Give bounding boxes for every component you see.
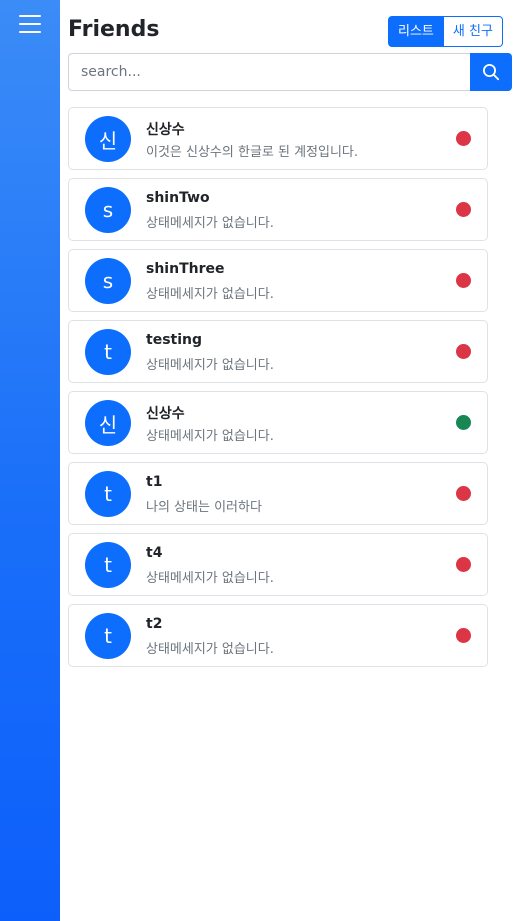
friend-name: testing — [146, 332, 202, 348]
friend-card[interactable]: t t1 나의 상태는 이러하다 — [68, 462, 488, 525]
avatar: 신 — [85, 400, 131, 446]
friend-status-message: 상태메세지가 없습니다. — [146, 216, 274, 231]
friend-status-message: 상태메세지가 없습니다. — [146, 358, 274, 373]
friend-name: 신상수 — [146, 122, 185, 138]
friend-name: t1 — [146, 474, 163, 490]
search-button[interactable] — [470, 53, 512, 91]
friend-status-message: 상태메세지가 없습니다. — [146, 429, 274, 444]
friend-card[interactable]: t testing 상태메세지가 없습니다. — [68, 320, 488, 383]
view-toggle-group: 리스트 새 친구 — [388, 16, 503, 47]
friend-card[interactable]: 신 신상수 이것은 신상수의 한글로 된 계정입니다. — [68, 107, 488, 170]
friend-name: t4 — [146, 545, 163, 561]
list-view-button[interactable]: 리스트 — [388, 16, 444, 47]
new-friend-button[interactable]: 새 친구 — [443, 16, 503, 47]
friend-status-message: 상태메세지가 없습니다. — [146, 287, 274, 302]
hamburger-menu-icon[interactable] — [19, 14, 41, 34]
friend-status-message: 상태메세지가 없습니다. — [146, 642, 274, 657]
avatar: s — [85, 258, 131, 304]
main-panel: Friends 리스트 새 친구 신 신상수 이것은 신상수의 한글로 된 계정… — [60, 0, 520, 921]
friend-name: shinTwo — [146, 190, 210, 206]
friend-card[interactable]: t t2 상태메세지가 없습니다. — [68, 604, 488, 667]
friend-card[interactable]: 신 신상수 상태메세지가 없습니다. — [68, 391, 488, 454]
offline-status-icon — [456, 202, 471, 217]
avatar: t — [85, 613, 131, 659]
friend-card[interactable]: t t4 상태메세지가 없습니다. — [68, 533, 488, 596]
avatar: 신 — [85, 116, 131, 162]
avatar: s — [85, 187, 131, 233]
friend-status-message: 상태메세지가 없습니다. — [146, 571, 274, 586]
avatar: t — [85, 542, 131, 588]
friend-name: 신상수 — [146, 406, 185, 422]
friend-name: t2 — [146, 616, 163, 632]
offline-status-icon — [456, 628, 471, 643]
offline-status-icon — [456, 344, 471, 359]
avatar: t — [85, 471, 131, 517]
friend-card[interactable]: s shinThree 상태메세지가 없습니다. — [68, 249, 488, 312]
friend-status-message: 이것은 신상수의 한글로 된 계정입니다. — [146, 145, 359, 160]
friend-list: 신 신상수 이것은 신상수의 한글로 된 계정입니다. s shinTwo 상태… — [68, 107, 488, 675]
avatar: t — [85, 329, 131, 375]
page-title: Friends — [68, 17, 160, 42]
offline-status-icon — [456, 486, 471, 501]
offline-status-icon — [456, 557, 471, 572]
search-icon — [483, 64, 500, 81]
search-input[interactable] — [68, 53, 470, 91]
search-bar — [68, 53, 512, 91]
friend-name: shinThree — [146, 261, 225, 277]
sidebar — [0, 0, 60, 921]
friend-status-message: 나의 상태는 이러하다 — [146, 500, 262, 515]
online-status-icon — [456, 415, 471, 430]
offline-status-icon — [456, 131, 471, 146]
offline-status-icon — [456, 273, 471, 288]
friend-card[interactable]: s shinTwo 상태메세지가 없습니다. — [68, 178, 488, 241]
